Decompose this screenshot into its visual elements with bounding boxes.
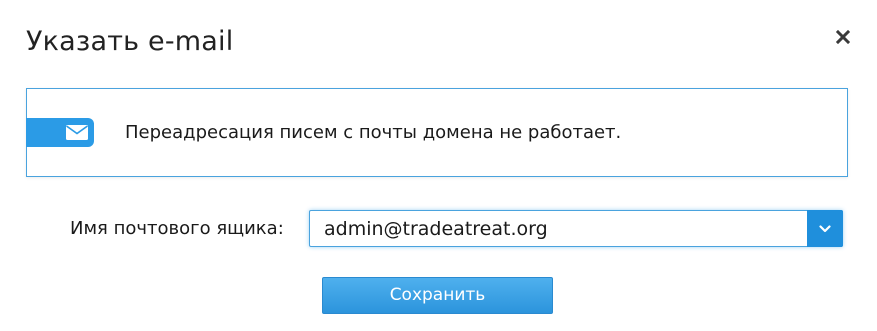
mailbox-field-label: Имя почтового ящика: (70, 218, 284, 239)
save-button[interactable]: Сохранить (322, 277, 553, 314)
chevron-down-icon (819, 224, 831, 232)
select-dropdown-toggle[interactable] (807, 210, 843, 247)
notice-icon-tab (26, 118, 94, 147)
notice-box: Переадресация писем с почты домена не ра… (26, 88, 848, 177)
close-button[interactable] (830, 24, 856, 50)
mailbox-select-value: admin@tradeatreat.org (324, 218, 548, 240)
email-dialog: Указать e-mail Переадресация писем с поч… (0, 0, 877, 331)
dialog-title: Указать e-mail (26, 26, 234, 57)
mailbox-select[interactable]: admin@tradeatreat.org (309, 210, 843, 247)
envelope-icon (66, 125, 88, 140)
notice-text: Переадресация писем с почты домена не ра… (125, 122, 622, 143)
close-icon (836, 30, 850, 44)
